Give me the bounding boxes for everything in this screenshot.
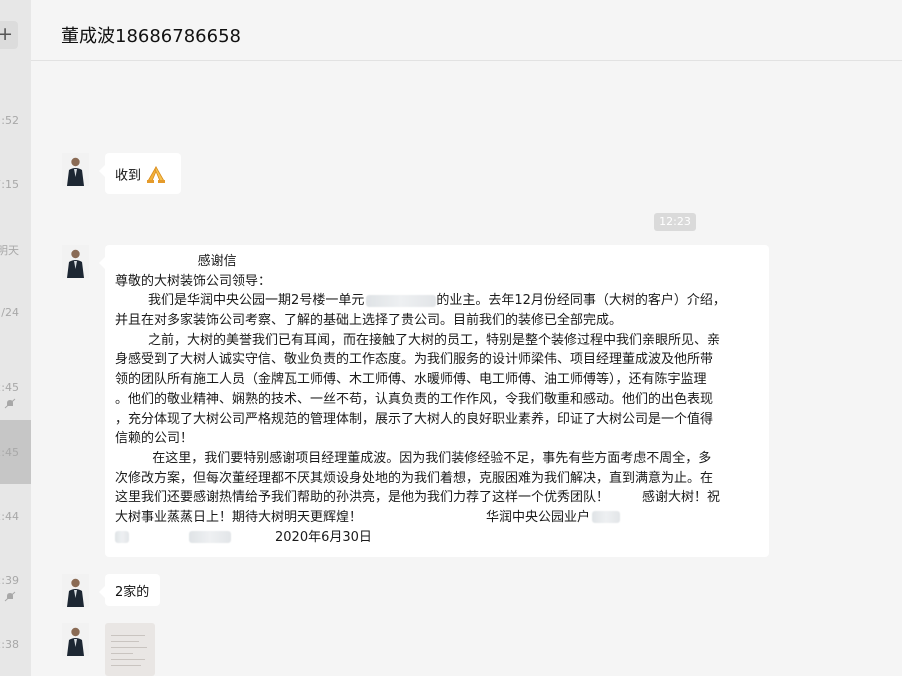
conversation-list-sidebar: + :52 7:15 明天/24 2:45 2:45 2:44 2:39 2:38 <box>0 0 31 676</box>
image-message-thumbnail[interactable] <box>105 623 155 676</box>
letter-line: 信赖的公司！ <box>115 431 194 447</box>
conversation-time: 7:15 <box>0 178 19 191</box>
letter-line: 之前，大树的美誉我们已有耳闻，而在接触了大树的员工，特别是整个装修过程中我们亲眼… <box>115 332 721 348</box>
conversation-list-item[interactable]: 2:44 <box>0 484 31 548</box>
letter-line: ，充分体现了大树公司严格规范的管理体制，展示了大树人的良好职业素养，印证了大树公… <box>115 411 714 427</box>
letter-line: 感谢信 <box>115 254 237 269</box>
redacted-text <box>591 511 620 524</box>
conversation-time: 2:44 <box>0 510 19 523</box>
mute-bell-icon <box>4 395 16 409</box>
message-bubble[interactable]: 2家的 <box>99 574 160 606</box>
conversation-list-item[interactable]: 2:38 <box>0 612 31 676</box>
conversation-time: 2:39 <box>0 574 19 587</box>
letter-line: 我们是华润中央公园一期2号楼一单元 的业主。去年12月份经同事（大树的客户）介绍， <box>115 293 726 309</box>
redacted-text <box>189 531 231 544</box>
conversation-list-item[interactable]: 2:45 <box>0 355 31 419</box>
letter-line: 在这里，我们要特别感谢项目经理董成波。因为我们装修经验不足，事先有些方面考虑不周… <box>115 450 712 466</box>
chat-header: 董成波18686786658 <box>31 0 902 61</box>
plus-icon: + <box>0 23 13 45</box>
avatar[interactable] <box>62 153 89 186</box>
conversation-time: :52 <box>1 114 19 127</box>
conversation-time: 2:45 <box>0 446 19 459</box>
conversation-time: 2:38 <box>0 638 19 651</box>
letter-line: 大树事业蒸蒸日上！期待大树明天更辉煌！ 华润中央公园业户 <box>115 508 759 528</box>
conversation-time: /24 <box>1 306 19 319</box>
letter-line: 这里我们还要感谢热情给予我们帮助的孙洪亮，是他为我们力荐了这样一个优秀团队！ 感… <box>115 490 721 506</box>
letter-line: 2020年6月30日 <box>115 528 759 548</box>
chat-title: 董成波18686786658 <box>61 26 241 47</box>
conversation-time: 明天 <box>0 244 19 257</box>
pray-icon <box>145 164 167 184</box>
letter-line: 尊敬的大树装饰公司领导： <box>115 273 272 289</box>
avatar[interactable] <box>62 574 89 607</box>
message-bubble[interactable]: 收到 <box>99 153 181 194</box>
avatar[interactable] <box>62 623 89 656</box>
avatar[interactable] <box>62 245 89 278</box>
letter-line: 身感受到了大树人诚实守信、敬业负责的工作态度。为我们服务的设计师梁伟、项目经理董… <box>115 352 714 368</box>
conversation-list-item[interactable]: 2:45 <box>0 420 31 484</box>
message-text: 2家的 <box>115 585 150 600</box>
conversation-list-item[interactable]: /24 <box>0 280 31 344</box>
letter-line: 。他们的敬业精神、娴熟的技术、一丝不苟，认真负责的工作作风，令我们敬重和感动。他… <box>115 391 714 407</box>
timestamp-tag: 12:23 <box>654 213 696 231</box>
redacted-text <box>366 294 437 307</box>
letter-line: 并且在对多家装饰公司考察、了解的基础上选择了贵公司。目前我们的装修已全部完成。 <box>115 313 623 329</box>
conversation-list-item[interactable]: 7:15 <box>0 152 31 216</box>
letter-line: 次修改方案，但每次董经理都不厌其烦设身处地的为我们着想，克服困难为我们解决，直到… <box>115 470 714 486</box>
message-bubble-letter[interactable]: 感谢信尊敬的大树装饰公司领导： 我们是华润中央公园一期2号楼一单元 的业主。去年1… <box>99 245 769 557</box>
letter-line: 领的团队所有施工人员（金牌瓦工师傅、木工师傅、水暖师傅、电工师傅、油工师傅等），… <box>115 372 707 388</box>
conversation-time: 2:45 <box>0 381 19 394</box>
conversation-list-item[interactable]: :52 <box>0 88 31 152</box>
conversation-list-item[interactable]: 2:39 <box>0 548 31 612</box>
message-text: 收到 <box>115 168 142 184</box>
add-chat-button[interactable]: + <box>0 21 18 49</box>
mute-bell-icon <box>4 588 16 602</box>
redacted-text <box>115 531 129 544</box>
conversation-list-item[interactable]: 明天 <box>0 216 31 280</box>
